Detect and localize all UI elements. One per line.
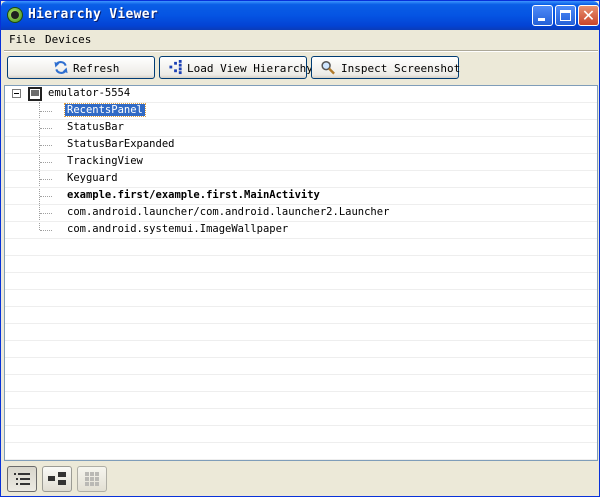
window-label: RecentsPanel — [64, 103, 146, 117]
minimize-button[interactable] — [532, 5, 553, 26]
title-bar[interactable]: Hierarchy Viewer ✕ — [1, 1, 599, 30]
menu-file[interactable]: File — [9, 33, 36, 46]
tree-row-empty — [5, 443, 597, 460]
minimize-icon — [538, 18, 545, 21]
tree-row-empty — [5, 290, 597, 307]
load-view-hierarchy-button[interactable]: Load View Hierarchy — [159, 56, 313, 79]
toolbar: Refresh Load View Hierarchy Inspect Scre… — [4, 52, 598, 85]
layout-view-icon — [48, 472, 66, 485]
tree-branch-line — [40, 179, 52, 180]
tree-branch-line — [40, 230, 52, 231]
tree-branch-line — [40, 162, 52, 163]
collapse-toggle-icon[interactable] — [12, 89, 21, 98]
tree-row-device[interactable]: emulator-5554 — [5, 86, 597, 103]
menu-devices[interactable]: Devices — [45, 33, 91, 46]
magnifier-icon — [321, 60, 335, 75]
tree-row-empty — [5, 358, 597, 375]
tree-row-window[interactable]: com.android.systemui.ImageWallpaper — [5, 222, 597, 239]
window-label: com.android.systemui.ImageWallpaper — [67, 223, 289, 235]
refresh-icon — [54, 61, 68, 74]
tree-row-window[interactable]: com.android.launcher/com.android.launche… — [5, 205, 597, 222]
tree-branch-line — [40, 196, 52, 197]
refresh-button[interactable]: Refresh — [7, 56, 155, 79]
refresh-label: Refresh — [73, 62, 120, 75]
inspect-screenshot-button[interactable]: Inspect Screenshot — [311, 56, 461, 79]
close-icon: ✕ — [581, 6, 596, 25]
menu-bar: File Devices — [4, 31, 598, 49]
maximize-button[interactable] — [555, 5, 576, 26]
pixel-grid-view-icon — [85, 472, 99, 486]
tree-row-window[interactable]: example.first/example.first.MainActivity — [5, 188, 597, 205]
tree-row-empty — [5, 324, 597, 341]
device-label: emulator-5554 — [48, 87, 131, 99]
window-label: StatusBarExpanded — [67, 138, 175, 150]
tree-list-view-button[interactable] — [7, 466, 37, 492]
tree-branch-line — [40, 213, 52, 214]
hierarchy-viewer-app-icon[interactable] — [7, 7, 23, 23]
inspect-screenshot-label: Inspect Screenshot — [341, 62, 461, 75]
tree-row-empty — [5, 273, 597, 290]
tree-row-empty — [5, 426, 597, 443]
pixel-grid-view-button[interactable] — [77, 466, 107, 492]
perspective-bar — [4, 463, 598, 494]
layout-view-button[interactable] — [42, 466, 72, 492]
tree-row-empty — [5, 256, 597, 273]
window-label: TrackingView — [67, 155, 143, 167]
tree-row-empty — [5, 392, 597, 409]
hierarchy-icon — [169, 60, 182, 75]
window-label: com.android.launcher/com.android.launche… — [67, 206, 390, 218]
tree-row-empty — [5, 307, 597, 324]
maximize-icon — [560, 10, 571, 21]
tree-row-empty — [5, 341, 597, 358]
tree-branch-line — [40, 128, 52, 129]
device-icon — [28, 87, 42, 101]
load-view-hierarchy-label: Load View Hierarchy — [187, 62, 313, 75]
hierarchy-viewer-window: Hierarchy Viewer ✕ File Devices Refresh — [0, 0, 600, 497]
tree-row-empty — [5, 375, 597, 392]
tree-row-window[interactable]: Keyguard — [5, 171, 597, 188]
window-label: Keyguard — [67, 172, 118, 184]
tree-row-window[interactable]: RecentsPanel — [5, 103, 597, 120]
tree-row-empty — [5, 409, 597, 426]
tree-list-view-icon — [14, 473, 30, 485]
tree-row-empty — [5, 239, 597, 256]
window-title: Hierarchy Viewer — [28, 7, 159, 22]
tree-branch-line — [40, 145, 52, 146]
window-label: example.first/example.first.MainActivity — [67, 189, 320, 201]
tree-row-window[interactable]: TrackingView — [5, 154, 597, 171]
tree-branch-line — [40, 111, 52, 112]
device-window-tree[interactable]: emulator-5554 RecentsPanel StatusBar Sta… — [4, 85, 598, 461]
window-label: StatusBar — [67, 121, 124, 133]
tree-row-window[interactable]: StatusBar — [5, 120, 597, 137]
close-button[interactable]: ✕ — [578, 5, 599, 26]
tree-row-window[interactable]: StatusBarExpanded — [5, 137, 597, 154]
